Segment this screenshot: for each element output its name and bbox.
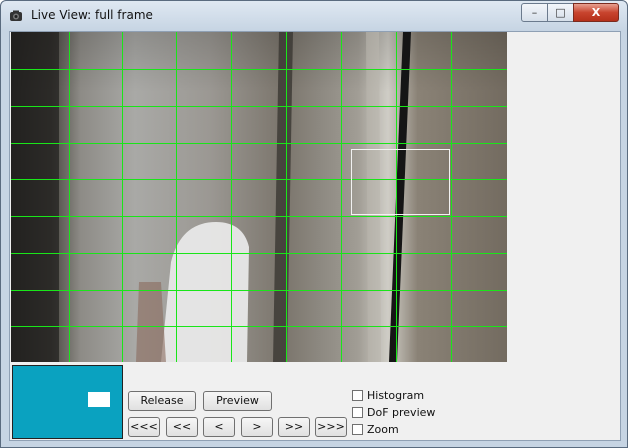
close-button[interactable]: X	[573, 3, 619, 22]
nav-right-button[interactable]: >	[241, 417, 273, 437]
dof-preview-checkbox-box[interactable]	[352, 407, 363, 418]
focus-grid-line	[11, 143, 507, 144]
focus-grid-line	[11, 326, 507, 327]
histogram-checkbox-box[interactable]	[352, 390, 363, 401]
histogram-label: Histogram	[367, 389, 425, 402]
focus-grid-line	[11, 69, 507, 70]
focus-grid-line	[11, 290, 507, 291]
dof-preview-label: DoF preview	[367, 406, 436, 419]
focus-grid-line	[341, 32, 342, 362]
focus-grid-line	[176, 32, 177, 362]
zoom-checkbox-box[interactable]	[352, 424, 363, 435]
live-view-image[interactable]	[11, 32, 507, 362]
focus-grid-line	[11, 253, 507, 254]
live-view-window: Live View: full frame – □ X Release Prev…	[0, 0, 628, 448]
focus-grid-line	[286, 32, 287, 362]
maximize-button[interactable]: □	[547, 3, 574, 22]
focus-grid-line	[122, 32, 123, 362]
client-area: Release Preview <<< << < > >> >>> Histog…	[9, 31, 621, 441]
focus-grid-line	[69, 32, 70, 362]
camera-app-icon	[10, 10, 22, 21]
preview-button[interactable]: Preview	[203, 391, 272, 411]
focus-grid-line	[11, 216, 507, 217]
release-button[interactable]: Release	[128, 391, 196, 411]
zoom-label: Zoom	[367, 423, 399, 436]
focus-grid-line	[11, 106, 507, 107]
nav-right-more-button[interactable]: >>	[278, 417, 310, 437]
nav-far-right-button[interactable]: >>>	[315, 417, 347, 437]
nav-left-more-button[interactable]: <<	[166, 417, 198, 437]
zoom-navigator-thumbnail[interactable]	[12, 365, 123, 439]
minimize-button[interactable]: –	[521, 3, 548, 22]
window-title: Live View: full frame	[31, 8, 153, 22]
focus-grid-line	[231, 32, 232, 362]
zoom-position-marker[interactable]	[88, 392, 110, 407]
focus-area-rectangle[interactable]	[351, 149, 450, 215]
nav-far-left-button[interactable]: <<<	[128, 417, 160, 437]
focus-grid-line	[451, 32, 452, 362]
nav-left-button[interactable]: <	[203, 417, 235, 437]
title-bar[interactable]: Live View: full frame – □ X	[1, 1, 627, 31]
